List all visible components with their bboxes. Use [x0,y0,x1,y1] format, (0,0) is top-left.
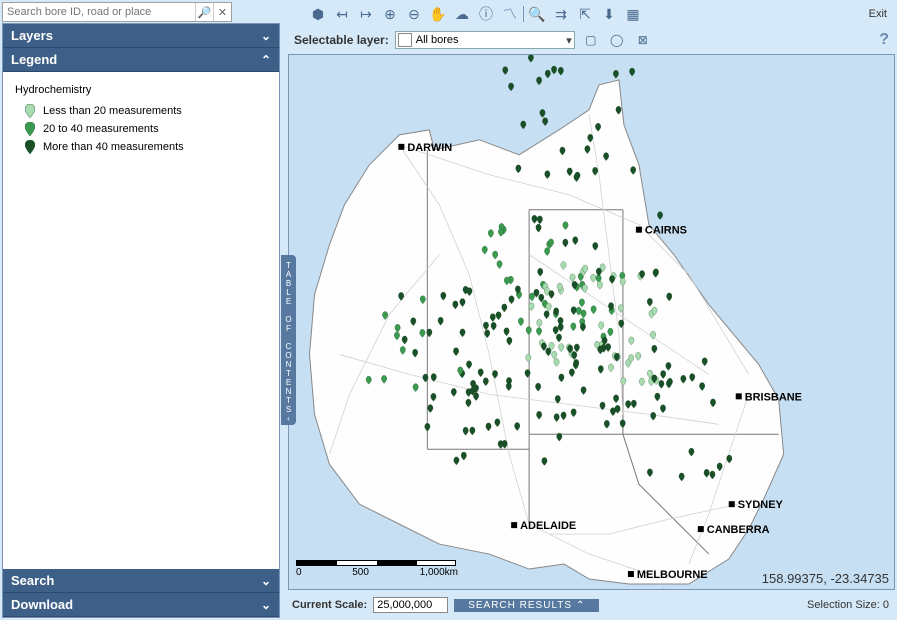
select-rect-icon[interactable]: ▢ [581,31,601,49]
layer-icon [398,33,412,47]
select-clear-icon[interactable]: ⊠ [633,31,653,49]
legend-body: Hydrochemistry Less than 20 measurements… [3,72,279,569]
cursor-coords: 158.99375, -23.34735 [762,571,889,586]
chart-icon[interactable]: 〽 [499,4,521,24]
search-go-icon[interactable]: 🔎 [195,3,213,21]
chevron-up-icon: ⌃ [261,53,271,67]
toc-tab[interactable]: TABLEOFCONTENTS‹ [281,255,296,425]
search-clear-icon[interactable]: ✕ [213,3,231,21]
legend-label: Less than 20 measurements [43,105,182,117]
panel-header-legend[interactable]: Legend ⌃ [3,48,279,72]
chevron-up-icon: ⌃ [576,600,585,611]
home-icon[interactable]: ⬢ [307,4,329,24]
legend-title: Hydrochemistry [15,84,267,96]
svg-text:MELBOURNE: MELBOURNE [637,569,708,581]
svg-text:CANBERRA: CANBERRA [707,524,770,536]
panel-header-download[interactable]: Download ⌄ [3,593,279,617]
status-bar: Current Scale: SEARCH RESULTS⌃ Selection… [288,592,895,618]
scale-label: Current Scale: [292,599,367,611]
marker-icon [25,122,35,136]
identify-icon[interactable]: ☁ [451,4,473,24]
svg-text:SYDNEY: SYDNEY [738,499,784,511]
prev-extent-icon[interactable]: ↤ [331,4,353,24]
legend-label: More than 40 measurements [43,141,184,153]
3d-icon[interactable]: ▦ [622,4,644,24]
layer-selected: All bores [416,34,459,46]
search-results-tab[interactable]: SEARCH RESULTS⌃ [454,599,599,612]
scale-input[interactable] [373,597,448,613]
selectable-layer-bar: Selectable layer: All bores ▾ ▢ ◯ ⊠ ? [288,28,895,52]
help-icon[interactable]: ? [879,31,889,49]
import-icon[interactable]: ⬇ [598,4,620,24]
svg-text:DARWIN: DARWIN [407,142,452,154]
scale-bar: 0 500 1,000km [296,560,458,578]
marker-icon [25,140,35,154]
legend-label: 20 to 40 measurements [43,123,159,135]
chevron-down-icon: ⌄ [261,598,271,612]
svg-text:ADELAIDE: ADELAIDE [520,520,576,532]
next-extent-icon[interactable]: ↦ [355,4,377,24]
selectable-label: Selectable layer: [294,33,389,47]
pan-icon[interactable]: ✋ [427,4,449,24]
search-bar: 🔎 ✕ [2,2,232,22]
chevron-down-icon: ⌄ [261,29,271,43]
find-icon[interactable]: 🔍 [526,4,548,24]
exit-button[interactable]: Exit [863,6,893,22]
svg-text:CAIRNS: CAIRNS [645,225,687,237]
selection-size: Selection Size: 0 [807,599,889,611]
search-input[interactable] [3,4,195,20]
panel-header-search[interactable]: Search ⌄ [3,569,279,593]
map-canvas[interactable]: DARWIN CAIRNS BRISBANE SYDNEY CANBERRA MELBOU… [288,54,895,590]
legend-item: More than 40 measurements [15,138,267,156]
panel-title: Search [11,573,54,588]
info-icon[interactable]: ⓘ [475,4,497,24]
svg-text:BRISBANE: BRISBANE [745,391,802,403]
scale-icon[interactable]: ⇉ [550,4,572,24]
dropdown-icon[interactable]: ▾ [566,34,572,47]
export-icon[interactable]: ⇱ [574,4,596,24]
panel-title: Download [11,597,73,612]
toolbar: ⬢ ↤ ↦ ⊕ ⊖ ✋ ☁ ⓘ 〽 🔍 ⇉ ⇱ ⬇ ▦ Exit [305,2,895,26]
sidebar: Layers ⌄ Legend ⌃ Hydrochemistry Less th… [2,23,280,618]
layer-select[interactable]: All bores ▾ [395,31,575,49]
panel-title: Legend [11,52,57,67]
panel-header-layers[interactable]: Layers ⌄ [3,24,279,48]
chevron-down-icon: ⌄ [261,574,271,588]
panel-title: Layers [11,28,53,43]
zoom-out-icon[interactable]: ⊖ [403,4,425,24]
legend-item: 20 to 40 measurements [15,120,267,138]
select-circle-icon[interactable]: ◯ [607,31,627,49]
legend-item: Less than 20 measurements [15,102,267,120]
zoom-in-icon[interactable]: ⊕ [379,4,401,24]
marker-icon [25,104,35,118]
